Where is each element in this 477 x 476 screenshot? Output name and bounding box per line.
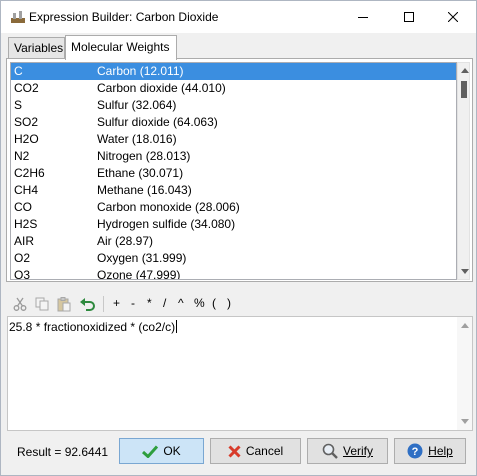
close-icon	[448, 12, 458, 22]
verify-button[interactable]: Verify	[307, 438, 388, 464]
list-item[interactable]: C Carbon (12.011)	[11, 63, 456, 80]
molecular-weights-list[interactable]: C Carbon (12.011) CO2 Carbon dioxide (44.01…	[10, 62, 457, 280]
molecule-name: Nitrogen (28.013)	[97, 149, 191, 163]
power-operator-button[interactable]: ^	[178, 296, 184, 310]
verify-label: Verify	[342, 444, 373, 458]
plus-operator-button[interactable]: +	[113, 296, 120, 310]
tab-variables[interactable]: Variables	[8, 37, 65, 59]
maximize-button[interactable]	[386, 1, 432, 33]
molecule-name: Oxygen (31.999)	[97, 251, 187, 265]
molecule-name: Air (28.97)	[97, 234, 154, 248]
molecule-formula: S	[14, 98, 23, 112]
scroll-up-icon[interactable]	[459, 64, 470, 77]
molecule-formula: CO	[14, 200, 32, 214]
close-button[interactable]	[430, 1, 476, 33]
help-icon: ?	[407, 443, 423, 459]
molecule-name: Hydrogen sulfide (34.080)	[97, 217, 236, 231]
list-item[interactable]: H2S Hydrogen sulfide (34.080)	[11, 216, 456, 233]
title-bar[interactable]: Expression Builder: Carbon Dioxide	[1, 1, 476, 33]
list-item[interactable]: CO Carbon monoxide (28.006)	[11, 199, 456, 216]
list-item[interactable]: O3 Ozone (47.999)	[11, 267, 456, 280]
molecule-name: Methane (16.043)	[97, 183, 192, 197]
molecule-name: Ethane (30.071)	[97, 166, 184, 180]
svg-text:?: ?	[412, 446, 419, 458]
maximize-icon	[404, 12, 414, 22]
list-scrollbar[interactable]	[457, 62, 470, 280]
window-title: Expression Builder: Carbon Dioxide	[29, 10, 219, 24]
list-item[interactable]: H2O Water (18.016)	[11, 131, 456, 148]
list-item[interactable]: N2 Nitrogen (28.013)	[11, 148, 456, 165]
molecule-name: Sulfur (32.064)	[97, 98, 177, 112]
list-item[interactable]: SO2 Sulfur dioxide (64.063)	[11, 114, 456, 131]
magnifier-icon	[322, 443, 338, 459]
editor-scroll-down-icon[interactable]	[459, 416, 470, 427]
molecule-name: Ozone (47.999)	[97, 268, 181, 280]
expression-builder-window: Expression Builder: Carbon Dioxide Varia…	[0, 0, 477, 476]
molecule-formula: H2O	[14, 132, 39, 146]
list-item[interactable]: O2 Oxygen (31.999)	[11, 250, 456, 267]
multiply-operator-button[interactable]: *	[147, 296, 152, 310]
cancel-button[interactable]: Cancel	[210, 438, 301, 464]
ok-label: OK	[163, 444, 181, 458]
list-item[interactable]: AIR Air (28.97)	[11, 233, 456, 250]
list-item[interactable]: S Sulfur (32.064)	[11, 97, 456, 114]
open-paren-button[interactable]: (	[212, 296, 216, 310]
minimize-button[interactable]	[340, 1, 386, 33]
molecule-name: Carbon monoxide (28.006)	[97, 200, 240, 214]
molecule-name: Carbon (12.011)	[97, 64, 184, 78]
molecule-formula: CH4	[14, 183, 39, 197]
editor-toolbar: + - * / ^ % ( )	[9, 294, 469, 314]
molecule-name: Carbon dioxide (44.010)	[97, 81, 226, 95]
copy-icon[interactable]	[33, 295, 51, 313]
editor-scroll-up-icon[interactable]	[459, 320, 470, 331]
molecule-name: Water (18.016)	[97, 132, 177, 146]
close-paren-button[interactable]: )	[227, 296, 231, 310]
molecule-formula: O2	[14, 251, 31, 265]
help-button[interactable]: ? Help	[394, 438, 466, 464]
percent-operator-button[interactable]: %	[194, 296, 205, 310]
expression-editor[interactable]: 25.8 * fractionoxidized * (co2/c)	[7, 316, 473, 431]
expression-value: 25.8 * fractionoxidized * (co2/c)	[9, 320, 176, 334]
molecule-formula: O3	[14, 268, 31, 280]
scroll-down-icon[interactable]	[459, 265, 470, 278]
text-caret	[176, 320, 178, 333]
list-item[interactable]: CO2 Carbon dioxide (44.010)	[11, 80, 456, 97]
molecule-formula: AIR	[14, 234, 35, 248]
molecule-formula: N2	[14, 149, 30, 163]
molecule-formula: C	[14, 64, 23, 78]
cut-icon[interactable]	[11, 295, 29, 313]
expression-text[interactable]: 25.8 * fractionoxidized * (co2/c)	[9, 320, 178, 334]
molecular-weights-panel: C Carbon (12.011) CO2 Carbon dioxide (44.01…	[6, 58, 473, 282]
molecule-formula: CO2	[14, 81, 39, 95]
editor-scrollbar[interactable]	[457, 317, 472, 430]
minimize-icon	[358, 17, 368, 18]
list-item[interactable]: C2H6 Ethane (30.071)	[11, 165, 456, 182]
scroll-thumb[interactable]	[461, 81, 467, 98]
molecule-formula: SO2	[14, 115, 39, 129]
tab-molecular-weights[interactable]: Molecular Weights	[65, 35, 177, 60]
molecule-name: Sulfur dioxide (64.063)	[97, 115, 218, 129]
list-item[interactable]: CH4 Methane (16.043)	[11, 182, 456, 199]
ok-button[interactable]: OK	[119, 438, 204, 464]
divide-operator-button[interactable]: /	[163, 296, 166, 310]
toolbar-separator	[103, 296, 104, 312]
molecule-formula: C2H6	[14, 166, 45, 180]
undo-icon[interactable]	[79, 295, 97, 313]
app-icon	[10, 10, 26, 24]
result-label: Result = 92.6441	[17, 445, 109, 459]
molecule-formula: H2S	[14, 217, 38, 231]
paste-icon[interactable]	[55, 295, 73, 313]
help-label: Help	[428, 444, 453, 458]
checkmark-icon	[142, 444, 159, 458]
cancel-label: Cancel	[245, 444, 284, 458]
minus-operator-button[interactable]: -	[131, 296, 135, 310]
cancel-x-icon	[228, 444, 241, 458]
